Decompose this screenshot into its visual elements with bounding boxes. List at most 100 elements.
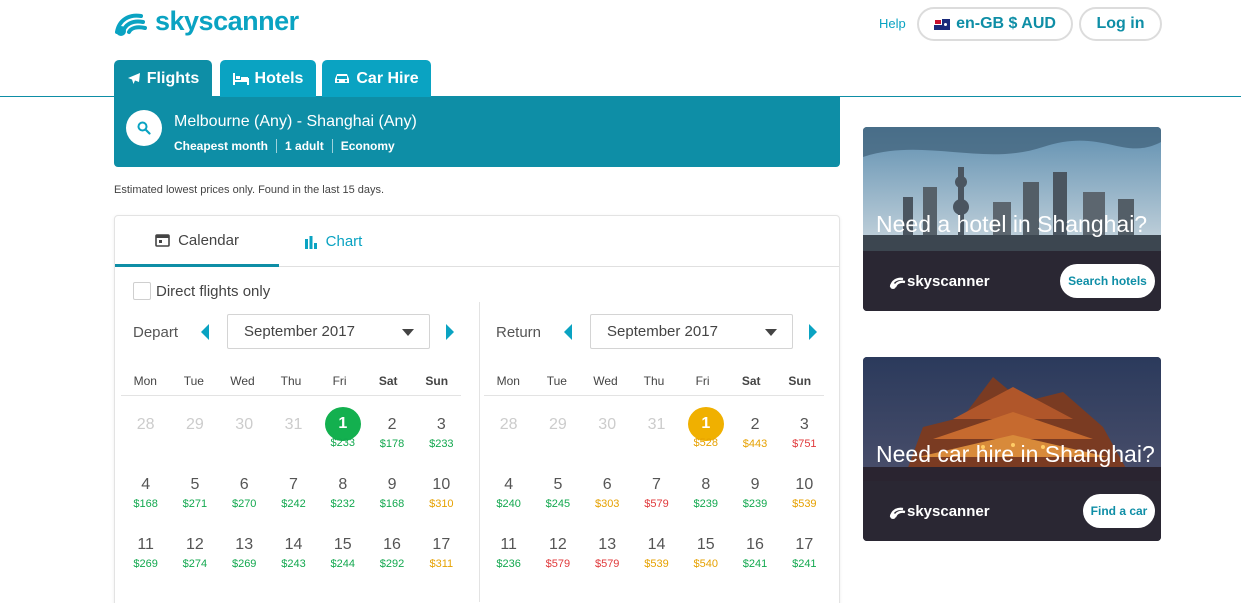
search-button[interactable] — [126, 110, 162, 146]
tab-label: Hotels — [254, 69, 304, 87]
day-number: 2 — [750, 416, 760, 433]
day-cell[interactable]: 4 $240 — [484, 456, 533, 516]
day-cell[interactable]: 12 $579 — [533, 516, 582, 576]
day-number: 16 — [383, 536, 401, 553]
day-cell[interactable]: 6 $270 — [220, 456, 269, 516]
prev-month-arrow-icon[interactable] — [564, 324, 572, 340]
direct-flights-toggle[interactable]: Direct flights only — [133, 282, 270, 300]
day-cell[interactable]: 2 $178 — [367, 396, 416, 456]
day-cell[interactable]: 5 $271 — [170, 456, 219, 516]
day-cell[interactable]: 5 $245 — [533, 456, 582, 516]
day-cell[interactable]: 17 $311 — [417, 516, 466, 576]
day-cell[interactable]: 15 $540 — [681, 516, 730, 576]
day-price: $178 — [379, 438, 405, 450]
direct-flights-checkbox[interactable] — [133, 282, 151, 300]
ad-logo-text: skyscanner — [907, 273, 990, 290]
day-cell[interactable]: 10 $310 — [417, 456, 466, 516]
day-price: $245 — [545, 498, 571, 510]
next-month-arrow-icon[interactable] — [809, 324, 817, 340]
return-label: Return — [496, 323, 542, 341]
depart-month-nav: Depart September 2017 — [133, 314, 454, 350]
price-disclaimer: Estimated lowest prices only. Found in t… — [114, 184, 385, 196]
calendar-card: Calendar Chart Direct flights only Depar… — [114, 215, 840, 603]
day-number: 1 — [687, 407, 724, 441]
day-cell[interactable]: 3 $751 — [780, 396, 829, 456]
day-cell[interactable]: 6 $303 — [583, 456, 632, 516]
hotel-ad[interactable]: Need a hotel in Shanghai? skyscanner Sea… — [863, 127, 1161, 311]
next-month-arrow-icon[interactable] — [446, 324, 454, 340]
day-number: 9 — [750, 476, 760, 493]
tab-flights[interactable]: Flights — [114, 60, 212, 97]
locale-button[interactable]: en-GB $ AUD — [917, 7, 1073, 41]
tab-label: Flights — [146, 69, 200, 87]
depart-month-select[interactable]: September 2017 — [227, 314, 430, 349]
day-cell[interactable]: 17 $241 — [780, 516, 829, 576]
day-cell[interactable]: 15 $244 — [318, 516, 367, 576]
calendar-week: 4 $240 5 $245 6 $303 7 $579 8 $239 9 $239 10 $539 — [484, 456, 829, 516]
day-cell[interactable]: 13 $579 — [583, 516, 632, 576]
day-cell[interactable]: 9 $239 — [730, 456, 779, 516]
day-number: 30 — [598, 416, 617, 433]
calendar-week: 11 $269 12 $274 13 $269 14 $243 15 $244 16 $292 17 $3… — [121, 516, 466, 576]
weekday-label: Sat — [741, 374, 761, 388]
car-icon — [335, 74, 350, 83]
day-number: 2 — [387, 416, 397, 433]
day-cell[interactable]: 8 $232 — [318, 456, 367, 516]
tab-car-hire[interactable]: Car Hire — [322, 60, 431, 97]
day-cell[interactable]: 9 $168 — [367, 456, 416, 516]
day-price: $241 — [792, 558, 817, 570]
day-cell[interactable]: 13 $269 — [220, 516, 269, 576]
search-hotels-button[interactable]: Search hotels — [1060, 264, 1155, 298]
day-cell[interactable]: 16 $241 — [730, 516, 779, 576]
day-number: 7 — [289, 476, 298, 493]
day-cell: 29 — [533, 396, 582, 456]
car-hire-ad[interactable]: Need car hire in Shanghai? skyscanner Fi… — [863, 357, 1161, 541]
day-number: 14 — [284, 536, 303, 553]
day-price: $269 — [133, 558, 158, 570]
day-number: 17 — [795, 536, 814, 553]
day-cell[interactable]: 2 $443 — [730, 396, 779, 456]
day-cell[interactable]: 11 $236 — [484, 516, 533, 576]
selected-day-cell[interactable]: 1 $528 — [681, 396, 730, 456]
passenger-count: 1 adult — [276, 139, 332, 153]
return-month-select[interactable]: September 2017 — [590, 314, 793, 349]
day-cell[interactable]: 10 $539 — [780, 456, 829, 516]
day-number: 29 — [549, 416, 567, 433]
day-cell[interactable]: 16 $292 — [367, 516, 416, 576]
day-number: 15 — [696, 536, 715, 553]
tab-hotels[interactable]: Hotels — [220, 60, 316, 97]
day-cell[interactable]: 11 $269 — [121, 516, 170, 576]
day-price: $292 — [379, 558, 405, 570]
prev-month-arrow-icon[interactable] — [201, 324, 209, 340]
day-number: 5 — [553, 476, 563, 493]
login-button[interactable]: Log in — [1079, 7, 1162, 41]
tab-calendar[interactable]: Calendar — [115, 216, 279, 267]
day-price: $241 — [742, 558, 768, 570]
day-number: 3 — [799, 416, 809, 433]
day-price: $579 — [594, 558, 620, 570]
day-cell[interactable]: 14 $243 — [269, 516, 318, 576]
search-summary[interactable]: Melbourne (Any) - Shanghai (Any) Cheapes… — [114, 97, 840, 167]
day-cell[interactable]: 7 $242 — [269, 456, 318, 516]
day-cell[interactable]: 4 $168 — [121, 456, 170, 516]
weekday-label: Tue — [546, 374, 567, 388]
day-cell[interactable]: 7 $579 — [632, 456, 681, 516]
weekday-header: Mon Tue Wed Thu Fri Sat Sun — [484, 366, 824, 396]
help-link[interactable]: Help — [879, 16, 906, 31]
weekday-label: Wed — [593, 374, 618, 388]
skyscanner-logo[interactable]: skyscanner — [113, 4, 299, 38]
day-cell[interactable]: 12 $274 — [170, 516, 219, 576]
logo-text: skyscanner — [155, 5, 299, 36]
tab-chart[interactable]: Chart — [273, 216, 393, 267]
day-cell[interactable]: 3 $233 — [417, 396, 466, 456]
day-price: $310 — [429, 498, 454, 510]
cabin-class: Economy — [331, 139, 403, 153]
day-number: 8 — [701, 476, 711, 493]
find-a-car-button[interactable]: Find a car — [1083, 494, 1155, 528]
day-cell[interactable]: 8 $239 — [681, 456, 730, 516]
calendar-week: 28 29 30 31 1 $233 2 $178 3 $233 — [121, 396, 466, 456]
return-month-nav: Return September 2017 — [496, 314, 817, 350]
weekday-label: Sat — [378, 374, 398, 388]
selected-day-cell[interactable]: 1 $233 — [318, 396, 367, 456]
day-cell[interactable]: 14 $539 — [632, 516, 681, 576]
